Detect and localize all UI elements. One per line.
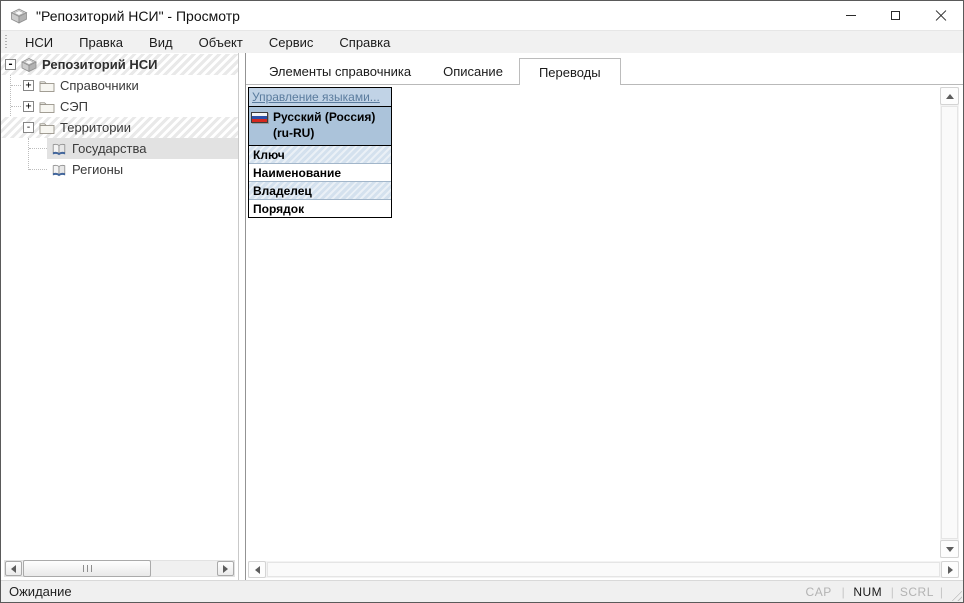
minimize-icon xyxy=(845,15,856,16)
content-vertical-scrollbar[interactable] xyxy=(940,87,959,558)
tree-item-gosudarstva[interactable]: Государства xyxy=(1,138,238,159)
tree-item-spravochniki[interactable]: + Справочники xyxy=(1,75,238,96)
maximize-button[interactable] xyxy=(873,1,918,30)
indicator-separator: | xyxy=(939,584,943,599)
scrollbar-track[interactable] xyxy=(22,560,217,577)
arrow-left-icon xyxy=(11,564,16,573)
maximize-icon xyxy=(891,11,900,20)
content-horizontal-scrollbar[interactable] xyxy=(248,561,959,578)
scroll-up-button[interactable] xyxy=(940,87,959,105)
expand-expander-icon[interactable]: + xyxy=(23,80,34,91)
field-row-klyuch[interactable]: Ключ xyxy=(249,145,391,164)
arrow-right-icon xyxy=(223,564,228,573)
scroll-left-button[interactable] xyxy=(5,561,22,576)
tab-opisanie[interactable]: Описание xyxy=(427,60,519,84)
tree-horizontal-scrollbar[interactable] xyxy=(4,560,235,577)
language-label: Русский (Россия) (ru-RU) xyxy=(273,110,375,141)
tree-item-label: Территории xyxy=(60,120,131,135)
folder-icon xyxy=(39,80,55,92)
tab-strip: Элементы справочника Описание Переводы xyxy=(246,53,963,85)
menu-service[interactable]: Сервис xyxy=(256,32,327,53)
detail-panel: Элементы справочника Описание Переводы У… xyxy=(245,53,963,580)
manage-languages-link[interactable]: Управление языками... xyxy=(252,90,380,104)
arrow-right-icon xyxy=(947,565,953,574)
language-name: Русский (Россия) xyxy=(273,110,376,124)
menu-bar: НСИ Правка Вид Объект Сервис Справка xyxy=(1,30,963,53)
translations-content: Управление языками... Русский (Россия) (… xyxy=(246,85,963,580)
tree-item-label: СЭП xyxy=(60,99,88,114)
scrollbar-thumb[interactable] xyxy=(267,562,940,577)
folder-icon xyxy=(39,122,55,134)
menu-view[interactable]: Вид xyxy=(136,32,186,53)
menu-help[interactable]: Справка xyxy=(326,32,403,53)
russia-flag-icon xyxy=(251,112,268,123)
tree-item-repository[interactable]: - Репозиторий НСИ xyxy=(1,54,238,75)
expand-expander-icon[interactable]: + xyxy=(23,101,34,112)
translations-grid: Управление языками... Русский (Россия) (… xyxy=(248,87,392,219)
tree-item-label: Государства xyxy=(72,141,147,156)
tab-perevody[interactable]: Переводы xyxy=(518,58,621,85)
folder-icon xyxy=(39,101,55,113)
status-bar: Ожидание CAP | NUM | SCRL | xyxy=(1,580,963,602)
app-window: "Репозиторий НСИ" - Просмотр НСИ Правка … xyxy=(0,0,964,603)
collapse-expander-icon[interactable]: - xyxy=(23,122,34,133)
window-resize-grip[interactable] xyxy=(949,588,962,601)
main-area: - Репозиторий НСИ + Справочники + СЭП - … xyxy=(1,53,963,580)
arrow-down-icon xyxy=(945,546,954,552)
window-title: "Репозиторий НСИ" - Просмотр xyxy=(36,7,240,24)
tree-item-regiony[interactable]: Регионы xyxy=(1,159,238,180)
scrollbar-thumb[interactable] xyxy=(23,560,151,577)
tree-item-label: Справочники xyxy=(60,78,139,93)
book-icon xyxy=(52,143,66,155)
menu-object[interactable]: Объект xyxy=(186,32,256,53)
arrow-up-icon xyxy=(945,93,954,99)
field-row-poryadok[interactable]: Порядок xyxy=(249,199,391,218)
thumb-grip-icon xyxy=(86,565,88,572)
collapse-expander-icon[interactable]: - xyxy=(5,59,16,70)
repository-tree-panel: - Репозиторий НСИ + Справочники + СЭП - … xyxy=(1,53,239,580)
scroll-right-button[interactable] xyxy=(941,561,959,578)
tree-item-label: Регионы xyxy=(72,162,124,177)
tree-item-sep[interactable]: + СЭП xyxy=(1,96,238,117)
minimize-button[interactable] xyxy=(828,1,873,30)
scroll-lock-indicator: SCRL xyxy=(899,584,934,599)
scrollbar-thumb[interactable] xyxy=(941,106,958,539)
scroll-down-button[interactable] xyxy=(940,540,959,558)
window-controls xyxy=(828,1,963,30)
status-message: Ожидание xyxy=(9,584,72,599)
tree-item-label: Репозиторий НСИ xyxy=(42,57,158,72)
num-lock-indicator: NUM xyxy=(853,584,883,599)
scroll-right-button[interactable] xyxy=(217,561,234,576)
menu-edit[interactable]: Правка xyxy=(66,32,136,53)
field-row-vladelec[interactable]: Владелец xyxy=(249,181,391,200)
scroll-left-button[interactable] xyxy=(248,561,266,578)
menu-nsi[interactable]: НСИ xyxy=(12,32,66,53)
repository-tree: - Репозиторий НСИ + Справочники + СЭП - … xyxy=(1,54,238,180)
thumb-grip-icon xyxy=(82,565,84,572)
repository-icon xyxy=(21,57,37,72)
grid-corner-header: Управление языками... xyxy=(249,88,391,106)
keyboard-state-indicators: CAP | NUM | SCRL | xyxy=(796,585,943,599)
book-icon xyxy=(52,164,66,176)
tab-elementy-spravochnika[interactable]: Элементы справочника xyxy=(253,60,427,84)
language-code: (ru-RU) xyxy=(273,125,315,140)
thumb-grip-icon xyxy=(90,565,92,572)
menu-grip-handle[interactable] xyxy=(5,34,7,50)
app-icon xyxy=(10,8,28,24)
close-button[interactable] xyxy=(918,1,963,30)
title-bar: "Репозиторий НСИ" - Просмотр xyxy=(1,1,963,30)
field-row-naimenovanie[interactable]: Наименование xyxy=(249,163,391,182)
language-column-header[interactable]: Русский (Россия) (ru-RU) xyxy=(249,106,391,146)
caps-lock-indicator: CAP xyxy=(805,584,832,599)
arrow-left-icon xyxy=(254,565,260,574)
tree-item-territorii[interactable]: - Территории xyxy=(1,117,238,138)
close-icon xyxy=(935,10,947,22)
